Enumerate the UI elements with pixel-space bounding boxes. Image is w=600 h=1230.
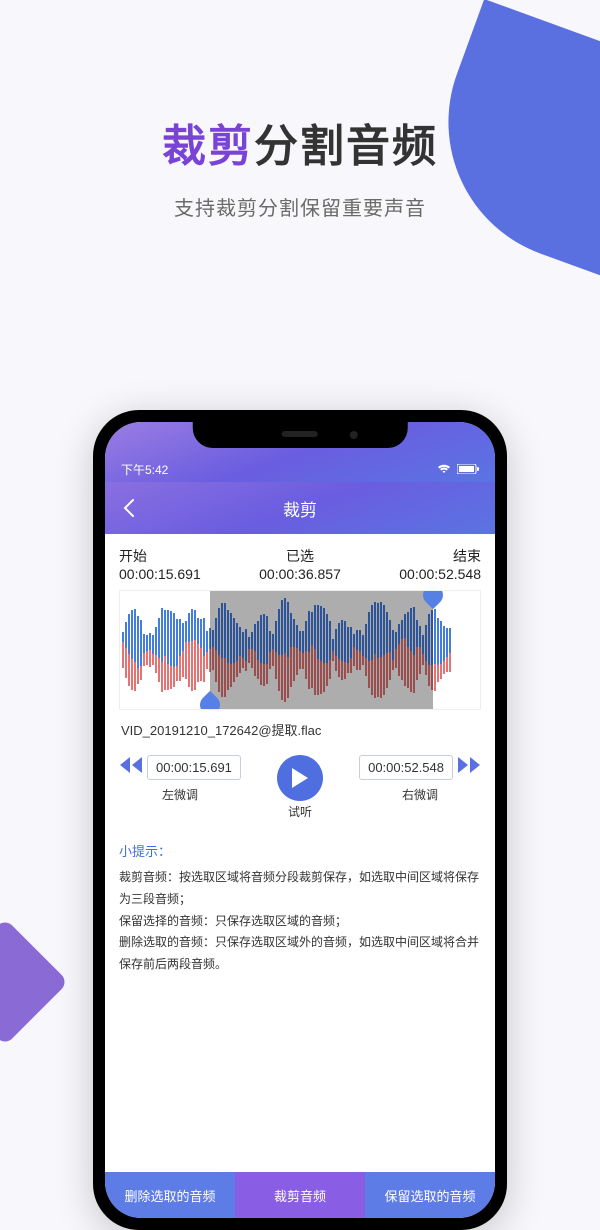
end-value: 00:00:52.548	[399, 566, 481, 582]
start-value: 00:00:15.691	[119, 566, 201, 582]
keep-selection-button[interactable]: 保留选取的音频	[365, 1172, 495, 1218]
play-group: 试听	[277, 755, 323, 820]
status-time: 下午5:42	[121, 461, 168, 478]
bottom-action-bar: 删除选取的音频 裁剪音频 保留选取的音频	[105, 1172, 495, 1218]
playback-controls-row: 00:00:15.691 左微调 试听 00:00:52.548	[119, 755, 481, 820]
time-display-row: 开始 00:00:15.691 已选 00:00:36.857 结束 00:00…	[119, 546, 481, 582]
phone-frame: 下午5:42 裁剪 开始 00:00:15.691 已选 00:00:36.85…	[93, 410, 507, 1230]
left-time-input[interactable]: 00:00:15.691	[147, 755, 241, 780]
back-icon	[123, 498, 135, 518]
phone-screen: 下午5:42 裁剪 开始 00:00:15.691 已选 00:00:36.85…	[105, 422, 495, 1218]
tips-line-2: 保留选择的音频：只保存选取区域的音频；	[119, 911, 481, 933]
rewind-icon	[119, 755, 143, 775]
headline-accent: 裁剪	[162, 122, 254, 171]
forward-icon	[457, 755, 481, 775]
end-time-column: 结束 00:00:52.548	[399, 546, 481, 582]
battery-icon	[457, 464, 479, 474]
nav-title: 裁剪	[283, 496, 317, 521]
end-label: 结束	[399, 546, 481, 566]
rewind-button[interactable]	[119, 755, 143, 780]
play-button[interactable]	[277, 755, 323, 801]
play-icon	[290, 767, 310, 789]
right-fine-tune-group: 00:00:52.548 右微调	[359, 755, 481, 803]
nav-bar: 裁剪	[105, 482, 495, 534]
bg-decoration-left	[0, 918, 69, 1045]
left-fine-tune-group: 00:00:15.691 左微调	[119, 755, 241, 803]
start-time-column: 开始 00:00:15.691	[119, 546, 201, 582]
headline-rest: 分割音频	[254, 122, 438, 171]
selected-time-column: 已选 00:00:36.857	[259, 546, 341, 582]
left-fine-tune-label: 左微调	[162, 786, 198, 803]
back-button[interactable]	[105, 498, 153, 518]
play-label: 试听	[288, 803, 312, 820]
phone-notch	[193, 422, 408, 448]
start-label: 开始	[119, 546, 201, 566]
tips-line-3: 删除选取的音频：只保存选取区域外的音频，如选取中间区域将合并保存前后两段音频。	[119, 932, 481, 975]
wifi-icon	[437, 464, 451, 474]
selected-value: 00:00:36.857	[259, 566, 341, 582]
delete-selection-button[interactable]: 删除选取的音频	[105, 1172, 235, 1218]
selected-label: 已选	[259, 546, 341, 566]
filename-label: VID_20191210_172642@提取.flac	[121, 720, 481, 739]
tips-section: 小提示： 裁剪音频：按选取区域将音频分段裁剪保存，如选取中间区域将保存为三段音频…	[119, 840, 481, 975]
selection-overlay[interactable]	[210, 591, 433, 709]
forward-button[interactable]	[457, 755, 481, 780]
content-area: 开始 00:00:15.691 已选 00:00:36.857 结束 00:00…	[105, 534, 495, 975]
waveform-display[interactable]	[119, 590, 481, 710]
right-fine-tune-label: 右微调	[402, 786, 438, 803]
tips-line-1: 裁剪音频：按选取区域将音频分段裁剪保存，如选取中间区域将保存为三段音频；	[119, 867, 481, 910]
crop-audio-button[interactable]: 裁剪音频	[235, 1172, 365, 1218]
status-icons	[437, 464, 479, 474]
right-time-input[interactable]: 00:00:52.548	[359, 755, 453, 780]
tips-title: 小提示：	[119, 840, 481, 863]
